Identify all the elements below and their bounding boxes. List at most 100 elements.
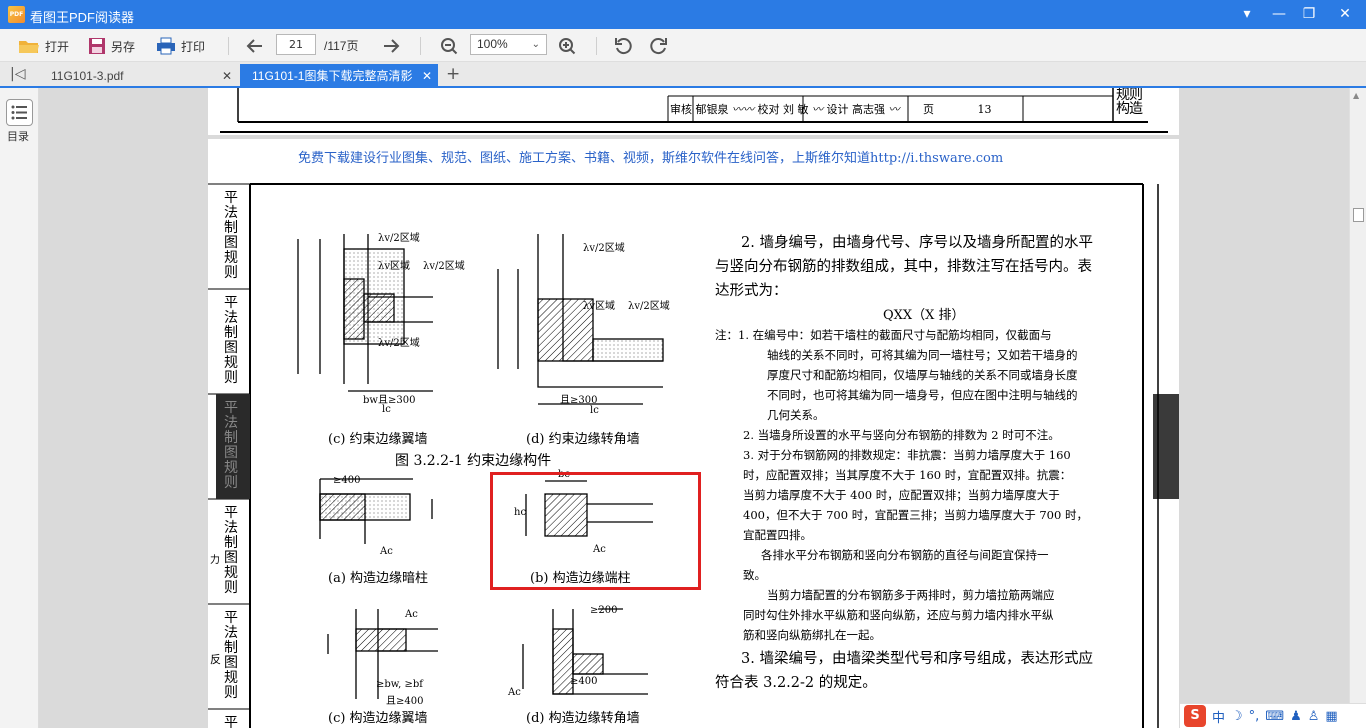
signature-mark: 〰 [812,103,823,116]
collapse-sidebar-icon[interactable]: |◁ [10,66,25,82]
scrollbar-thumb[interactable] [1353,208,1364,222]
print-button[interactable]: 打印 [156,35,205,57]
label-lam2: λv/2区域 [378,338,420,349]
next-page-button[interactable] [382,35,400,57]
vertical-scrollbar[interactable]: ▲ [1349,88,1366,728]
minimize-button[interactable]: — [1268,4,1290,24]
approval-label: 审核 [670,103,692,116]
current-page: 免费下载建设行业图集、规范、图纸、施工方案、书籍、视频，斯维尔软件在线问答，上斯… [208,139,1179,728]
close-window-button[interactable]: ✕ [1334,4,1356,24]
toolbar: 打开 另存 打印 [0,29,1366,62]
text-line: 2. 墙身编号，由墙身代号、序号以及墙身所配置的水平 [741,235,1093,251]
folder-icon [19,41,39,53]
text-line: 符合表 3.2.2-2 的规定。 [715,675,877,691]
open-label: 打开 [45,39,70,54]
punctuation-icon[interactable]: °, [1249,709,1260,724]
grid-icon[interactable]: ▦ [1325,709,1337,724]
save-icon [89,38,105,54]
new-tab-button[interactable]: + [446,64,460,84]
app-title: 看图王PDF阅读器 [30,10,135,25]
note-line: 当剪力墙厚度不大于 400 时，应配置双排；当剪力墙厚度大于 [743,488,1060,502]
approval-name: 刘 [783,103,794,116]
note-line: 时，应配置双排；当其厚度不大于 160 时，宜配置双排。抗震： [743,468,1072,482]
sogou-logo-icon[interactable]: S [1184,705,1206,727]
note-line: 各排水平分布钢筋和竖向分布钢筋的直径与间距宜保持一 [761,548,1049,562]
label-ge300: 且≥300 [560,395,598,406]
note-line: 3. 对于分布钢筋网的排数规定：非抗震：当剪力墙厚度大于 160 [743,448,1071,462]
page-number: 13 [977,103,992,116]
signature-mark: 〰 [888,103,900,116]
close-tab-icon[interactable]: ✕ [222,64,232,88]
document-viewer[interactable]: 审核 郁银泉 〰〰 校对 刘 敏 〰 设计 高志强 〰 页 13 规则 构造 免… [40,88,1349,728]
toc-button[interactable] [6,99,33,126]
zoom-value: 100% [477,37,508,51]
open-button[interactable]: 打开 [18,35,69,57]
text-line: 3. 墙梁编号，由墙梁类型代号和序号组成，表达形式应 [741,651,1093,667]
page-total: /117页 [324,39,359,53]
section-3-paragraph: 3. 墙梁编号，由墙梁类型代号和序号组成，表达形式应 符合表 3.2.2-2 的… [715,647,1110,695]
label-and400: 且≥400 [386,696,424,707]
note-line: 400，但不大于 700 时，宜配置三排；当剪力墙厚度大于 700 时， [743,508,1088,522]
section-2-paragraph: 2. 墙身编号，由墙身代号、序号以及墙身所配置的水平 与竖向分布钢筋的排数组成，… [715,231,1110,303]
label-Ac: Ac [508,687,521,698]
zoom-in-button[interactable] [558,35,576,57]
previous-side-title: 规则 构造 [1116,88,1143,117]
zoom-in-icon [559,38,576,55]
prev-page-button[interactable] [246,35,264,57]
highlight-box [490,472,701,590]
rotate-left-button[interactable] [614,35,632,57]
tab-bar: |◁ 11G101-3.pdf ✕ 11G101-1图集下载完整高清影 ✕ + [0,62,1366,88]
tab-label: 11G101-3.pdf [51,69,124,83]
moon-icon[interactable]: ☽ [1231,709,1243,724]
note-line: 同时勾住外排水平纵筋和竖向纵筋，还应与剪力墙内排水平纵 [743,608,1054,622]
label-Ac: Ac [405,609,418,620]
printer-icon [157,37,175,55]
approval-name: 高志强 [852,103,885,116]
rotate-right-button[interactable] [650,35,668,57]
note-line: 厚度尺寸和配筋均相同，仅墙厚与轴线的关系不同或墙身长度 [767,368,1078,382]
label-ge200: ≥200 [590,605,618,616]
figure-caption-c-top: (c) 约束边缘翼墙 [328,432,428,447]
keyboard-icon[interactable]: ⌨ [1265,709,1284,724]
note-line: 筋和竖向纵筋绑扎在一起。 [743,628,881,642]
restore-button[interactable]: ❐ [1298,4,1320,24]
tab-document-2[interactable]: 11G101-1图集下载完整高清影 ✕ [240,64,438,88]
scroll-up-icon[interactable]: ▲ [1353,91,1359,100]
saveas-button[interactable]: 另存 [88,35,135,57]
approval-label: 设计 [826,103,849,116]
approval-name: 敏 [797,103,809,116]
label-ge400: ≥400 [570,676,598,687]
label-lam2: λv/2区域 [628,301,670,312]
figure-caption-main: 图 3.2.2-1 约束边缘构件 [395,453,552,469]
skin-icon[interactable]: ♙ [1308,709,1320,724]
label-lam2: λv/2区域 [583,243,625,254]
saveas-label: 另存 [111,39,136,54]
label-bw-bf: ≥bw, ≥bf [376,679,423,690]
tab-document-1[interactable]: 11G101-3.pdf ✕ [39,64,238,88]
text-line: 达形式为： [715,283,788,299]
zoom-out-icon [441,38,458,55]
zoom-out-button[interactable] [440,35,458,57]
rotate-ccw-icon [615,38,632,55]
approval-label: 校对 [757,103,780,116]
approval-name: 郁银泉 [695,103,729,116]
ime-language[interactable]: 中 [1212,707,1225,726]
zoom-select[interactable]: 100% ⌄ [470,34,547,55]
notes-block: 注：1. 在编号中：如若干墙柱的截面尺寸与配筋均相同，仅截面与 轴线的关系不同时… [715,325,1103,645]
label-lam: λv区域 [378,261,410,272]
user-icon[interactable]: ♟ [1290,709,1302,724]
page-number-input[interactable]: 21 [276,34,316,55]
note-line: 几何关系。 [767,408,825,422]
note-line: 宜配置四排。 [743,528,812,542]
sidebar: 目录 [0,88,39,728]
figure-caption-d-top: (d) 约束边缘转角墙 [526,432,640,447]
close-tab-icon[interactable]: ✕ [422,64,432,88]
menu-dropdown-icon[interactable]: ▾ [1236,4,1258,24]
signature-mark: 〰〰 [732,103,754,116]
ime-toolbar: S 中 ☽ °, ⌨ ♟ ♙ ▦ [1180,703,1366,728]
label-lc: lc [382,404,391,415]
note-line: 致。 [743,568,766,582]
label-lam: λv区域 [583,301,615,312]
text-line: 与竖向分布钢筋的排数组成，其中，排数注写在括号内。表 [715,259,1092,275]
toolbar-divider [420,37,421,55]
